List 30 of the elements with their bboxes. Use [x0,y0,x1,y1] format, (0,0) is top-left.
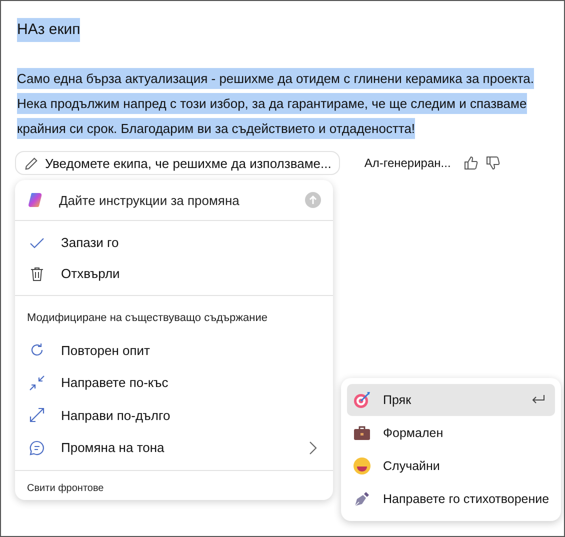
shrink-arrows-icon [29,374,45,391]
trash-icon [29,266,45,282]
expand-arrows-icon [29,407,45,424]
menu-item[interactable]: Отхвърли [15,258,333,289]
document-heading: НАз екип [17,18,80,42]
tone-option[interactable]: Пряк [347,384,555,416]
target-icon [353,391,371,409]
thumbs-down-icon[interactable] [484,155,501,171]
smiley-icon [353,457,371,475]
tone-option[interactable]: Формален [347,417,555,449]
pencil-icon [24,156,39,170]
tone-option[interactable]: Случайни [347,450,555,482]
fountain-pen-icon [353,490,371,508]
section-title: Модифициране на съществуващо съдържание [26,311,268,326]
tone-option[interactable]: Направете го стихотворение [347,483,555,515]
menu-item[interactable]: Направете по-къс [15,366,333,399]
ai-generated-label: Ал-генериран... [364,156,451,170]
section-title: Свити фронтове [26,482,105,494]
thumbs-up-icon[interactable] [462,155,479,171]
menu-item[interactable]: Запази го [15,227,333,258]
menu-item[interactable]: Промяна на тона [15,432,333,464]
instruction-input[interactable]: Дайте инструкции за промяна [59,192,291,208]
briefcase-icon [353,424,371,442]
menu-item[interactable]: Повторен опит [15,334,333,366]
menu-item[interactable]: Направи по-дълго [15,399,333,432]
chat-bubble-icon [29,440,45,456]
retry-icon [29,342,45,358]
chevron-right-icon [309,440,317,455]
enter-key-icon [531,394,545,406]
prompt-chip[interactable]: Уведомете екипа, че решихме да използваме... [15,151,340,175]
